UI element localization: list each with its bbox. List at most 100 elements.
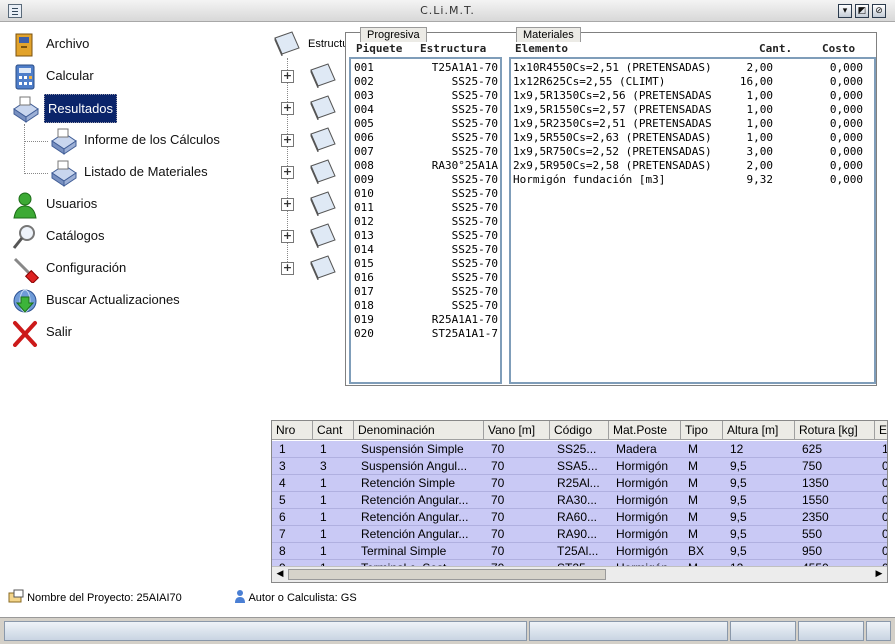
table-row[interactable]: 4 1 Retención Simple 70 R25Al... Hormigón M 9,5… bbox=[272, 475, 887, 492]
cell-altura: 9,5 bbox=[730, 493, 747, 507]
table-row[interactable]: 3 3 Suspensión Angul... 70 SSA5... Hormigón M 9… bbox=[272, 458, 887, 475]
list-item[interactable]: 009 SS25-70 bbox=[354, 173, 498, 187]
list-item[interactable]: 1x9,5R550Cs=2,63 (PRETENSADAS) 1,00 0,000 bbox=[513, 131, 869, 145]
list-item[interactable]: 010 SS25-70 bbox=[354, 187, 498, 201]
menu-item-buscar-actualizaciones[interactable]: Buscar Actualizaciones bbox=[8, 286, 263, 316]
menu-item-archivo[interactable]: Archivo bbox=[8, 30, 263, 60]
menu-item-usuarios[interactable]: Usuarios bbox=[8, 190, 263, 220]
structures-grid[interactable]: Nro Cant Denominación Vano [m] Código Mat.Pos… bbox=[271, 420, 888, 583]
column-header-altura[interactable]: Altura [m] bbox=[723, 421, 795, 440]
list-item[interactable]: 007 SS25-70 bbox=[354, 145, 498, 159]
expand-icon[interactable]: + bbox=[281, 134, 294, 147]
table-row[interactable]: 8 1 Terminal Simple 70 T25Al... Hormigón BX 9,5… bbox=[272, 543, 887, 560]
cant-value: 2,00 bbox=[746, 61, 774, 74]
cell-cant: 1 bbox=[320, 476, 327, 490]
list-item[interactable]: 015 SS25-70 bbox=[354, 257, 498, 271]
list-item[interactable]: 008 RA30°25A1A bbox=[354, 159, 498, 173]
cell-cant: 1 bbox=[320, 493, 327, 507]
elemento-value: 1x9,5R1350Cs=2,56 (PRETENSADAS bbox=[513, 89, 712, 102]
magnifier-icon bbox=[12, 225, 35, 249]
cell-cant: 1 bbox=[320, 527, 327, 541]
menu-item-calcular[interactable]: Calcular bbox=[8, 62, 263, 92]
column-header-es[interactable]: Es bbox=[875, 421, 887, 440]
scroll-right-icon[interactable]: ▶ bbox=[872, 568, 886, 581]
list-item[interactable]: 1x9,5R2350Cs=2,51 (PRETENSADAS 1,00 0,000 bbox=[513, 117, 869, 131]
expand-icon[interactable]: + bbox=[281, 198, 294, 211]
list-item[interactable]: 004 SS25-70 bbox=[354, 103, 498, 117]
list-item[interactable]: 001 T25A1A1-70 bbox=[354, 61, 498, 75]
column-header-nro[interactable]: Nro bbox=[272, 421, 313, 440]
user-icon bbox=[13, 192, 37, 219]
list-item[interactable]: 1x9,5R1550Cs=2,57 (PRETENSADAS 1,00 0,000 bbox=[513, 103, 869, 117]
column-header-rotura[interactable]: Rotura [kg] bbox=[795, 421, 875, 440]
minimize-icon[interactable]: ▾ bbox=[838, 4, 852, 18]
list-item[interactable]: 003 SS25-70 bbox=[354, 89, 498, 103]
list-item[interactable]: 1x9,5R750Cs=2,52 (PRETENSADAS) 3,00 0,000 bbox=[513, 145, 869, 159]
tab-progresiva[interactable]: Progresiva bbox=[360, 27, 427, 42]
menu-item-listado-materiales[interactable]: Listado de Materiales bbox=[48, 158, 268, 188]
archive-icon bbox=[15, 33, 33, 57]
progresiva-list[interactable]: 001 T25A1A1-70 002 SS25-70 003 SS25-70 004 SS25… bbox=[349, 57, 502, 384]
menu-item-configuracion[interactable]: Configuración bbox=[8, 254, 263, 284]
table-row[interactable]: 7 1 Retención Angular... 70 RA90... Hormigón M… bbox=[272, 526, 887, 543]
expand-icon[interactable]: + bbox=[281, 166, 294, 179]
list-item[interactable]: 006 SS25-70 bbox=[354, 131, 498, 145]
list-item[interactable]: 019 R25A1A1-70 bbox=[354, 313, 498, 327]
menu-item-informe-calculos[interactable]: Informe de los Cálculos bbox=[48, 126, 268, 156]
materiales-list[interactable]: 1x10R4550Cs=2,51 (PRETENSADAS) 2,00 0,000 1… bbox=[509, 57, 876, 384]
table-row[interactable]: 5 1 Retención Angular... 70 RA30... Hormigón M… bbox=[272, 492, 887, 509]
cell-rotura: 550 bbox=[802, 527, 823, 541]
cell-altura: 9,5 bbox=[730, 510, 747, 524]
book-icon bbox=[310, 63, 336, 88]
column-header-vano[interactable]: Vano [m] bbox=[484, 421, 550, 440]
close-icon[interactable]: ⊘ bbox=[872, 4, 886, 18]
horizontal-scrollbar[interactable]: ◀ ▶ bbox=[272, 566, 887, 582]
cant-value: 3,00 bbox=[746, 145, 774, 158]
table-row[interactable]: 1 1 Suspensión Simple 70 SS25... Madera M 12 625… bbox=[272, 441, 887, 458]
list-item[interactable]: 014 SS25-70 bbox=[354, 243, 498, 257]
list-item[interactable]: 018 SS25-70 bbox=[354, 299, 498, 313]
list-item[interactable]: 020 ST25A1A1-7 bbox=[354, 327, 498, 341]
cell-vano: 70 bbox=[491, 459, 505, 473]
piquete-value: 012 bbox=[354, 215, 374, 228]
menu-label: Usuarios bbox=[46, 196, 98, 211]
list-item[interactable]: 1x10R4550Cs=2,51 (PRETENSADAS) 2,00 0,000 bbox=[513, 61, 869, 75]
cant-value: 1,00 bbox=[746, 103, 774, 116]
list-item[interactable]: 005 SS25-70 bbox=[354, 117, 498, 131]
cell-rotura: 2350 bbox=[802, 510, 829, 524]
table-row[interactable]: 6 1 Retención Angular... 70 RA60... Hormigón M… bbox=[272, 509, 887, 526]
printer-icon bbox=[13, 96, 39, 123]
expand-icon[interactable]: + bbox=[281, 230, 294, 243]
list-item[interactable]: 2x9,5R950Cs=2,58 (PRETENSADAS) 2,00 0,000 bbox=[513, 159, 869, 173]
list-item[interactable]: Hormigón fundación [m3] 9,32 0,000 bbox=[513, 173, 869, 187]
list-item[interactable]: 1x9,5R1350Cs=2,56 (PRETENSADAS 1,00 0,000 bbox=[513, 89, 869, 103]
scroll-left-icon[interactable]: ◀ bbox=[273, 568, 287, 581]
menu-item-salir[interactable]: Salir bbox=[8, 318, 263, 348]
menu-item-resultados[interactable]: Resultados bbox=[8, 94, 263, 124]
restore-icon[interactable]: ◩ bbox=[855, 4, 869, 18]
column-header-codigo[interactable]: Código bbox=[550, 421, 609, 440]
costo-value: 0,000 bbox=[829, 61, 863, 74]
tab-materiales[interactable]: Materiales bbox=[516, 27, 581, 42]
estructura-value: SS25-70 bbox=[451, 229, 498, 242]
column-header-denominacion[interactable]: Denominación bbox=[354, 421, 484, 440]
cell-altura: 12 bbox=[730, 442, 744, 456]
list-item[interactable]: 012 SS25-70 bbox=[354, 215, 498, 229]
scroll-thumb[interactable] bbox=[288, 569, 606, 580]
list-item[interactable]: 017 SS25-70 bbox=[354, 285, 498, 299]
expand-icon[interactable]: + bbox=[281, 262, 294, 275]
expand-icon[interactable]: + bbox=[281, 70, 294, 83]
list-item[interactable]: 1x12R625Cs=2,55 (CLIMT) 16,00 0,000 bbox=[513, 75, 869, 89]
list-item[interactable]: 002 SS25-70 bbox=[354, 75, 498, 89]
estructura-value: SS25-70 bbox=[451, 117, 498, 130]
list-item[interactable]: 016 SS25-70 bbox=[354, 271, 498, 285]
menu-item-catalogos[interactable]: Catálogos bbox=[8, 222, 263, 252]
menu-label: Informe de los Cálculos bbox=[84, 132, 220, 147]
expand-icon[interactable]: + bbox=[281, 102, 294, 115]
tree-connector bbox=[24, 173, 48, 174]
list-item[interactable]: 011 SS25-70 bbox=[354, 201, 498, 215]
column-header-tipo[interactable]: Tipo bbox=[681, 421, 723, 440]
column-header-mat-poste[interactable]: Mat.Poste bbox=[609, 421, 681, 440]
column-header-cant[interactable]: Cant bbox=[313, 421, 354, 440]
list-item[interactable]: 013 SS25-70 bbox=[354, 229, 498, 243]
